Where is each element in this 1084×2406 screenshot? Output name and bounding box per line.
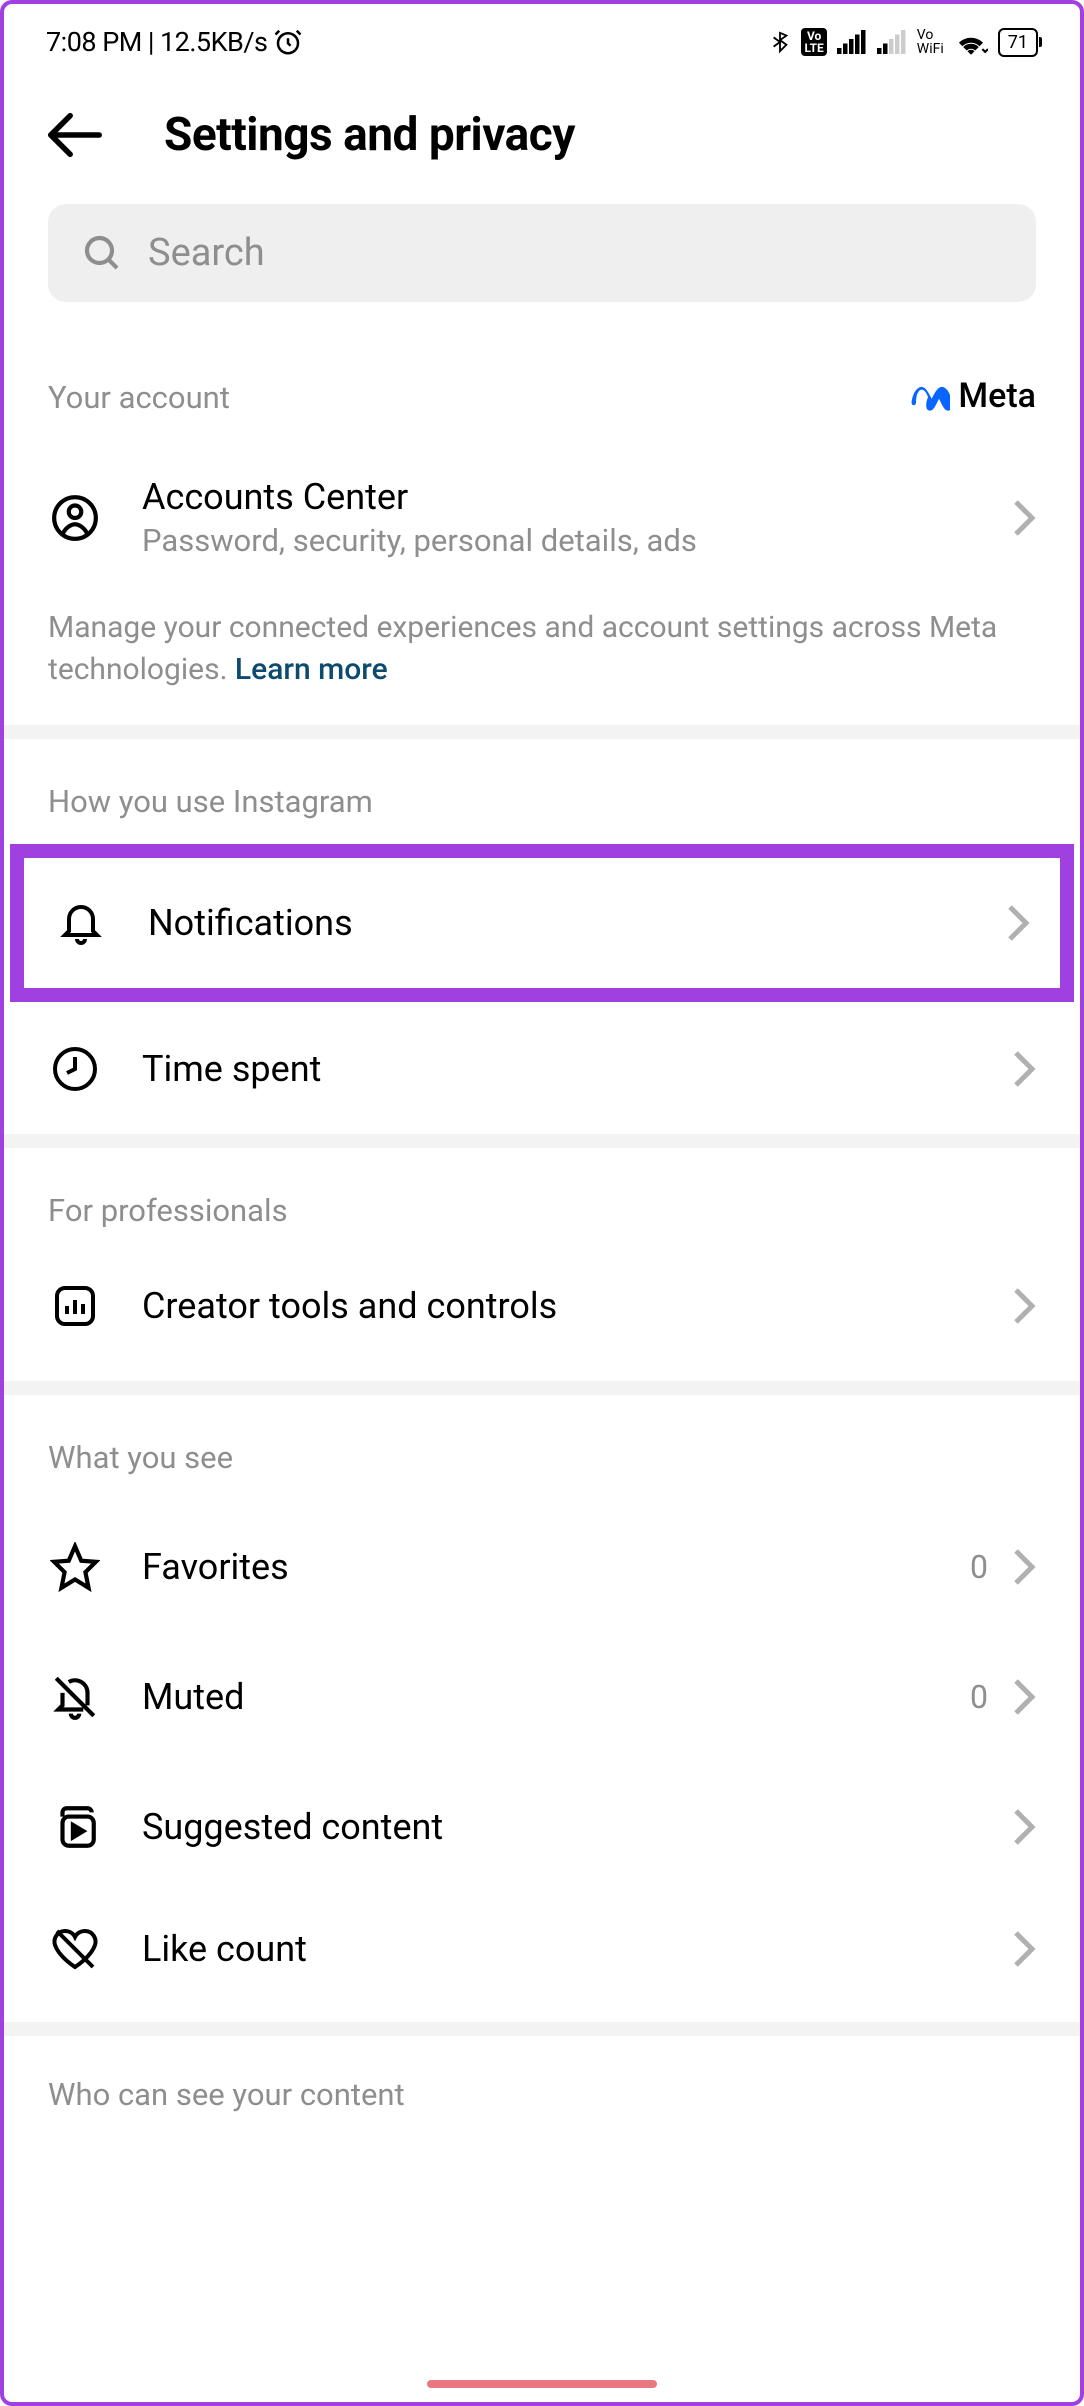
search-placeholder: Search <box>148 231 265 275</box>
meta-label: Meta <box>958 376 1036 416</box>
divider <box>4 2022 1080 2036</box>
time-spent-item[interactable]: Time spent <box>4 1004 1080 1134</box>
favorites-item[interactable]: Favorites 0 <box>4 1502 1080 1632</box>
signal-icon-1 <box>837 30 867 54</box>
accounts-center-label: Accounts Center <box>142 476 972 518</box>
images-play-icon <box>48 1802 102 1852</box>
accounts-center-sub: Password, security, personal details, ad… <box>142 522 972 559</box>
clock-icon <box>48 1045 102 1093</box>
status-time: 7:08 PM <box>46 26 142 58</box>
header: Settings and privacy <box>4 68 1080 190</box>
status-data-rate: 12.5KB/s <box>160 26 267 58</box>
bell-icon <box>54 898 108 948</box>
battery-level: 71 <box>1008 32 1028 53</box>
creator-tools-label: Creator tools and controls <box>142 1285 972 1327</box>
vowifi-bot: WiFi <box>917 42 944 56</box>
chevron-right-icon <box>1006 903 1030 943</box>
visibility-header: Who can see your content <box>4 2036 1080 2113</box>
muted-item[interactable]: Muted 0 <box>4 1632 1080 1762</box>
muted-label: Muted <box>142 1676 930 1718</box>
your-account-title: Your account <box>48 379 230 416</box>
description-text: Manage your connected experiences and ac… <box>48 610 997 687</box>
chevron-right-icon <box>1012 1547 1036 1587</box>
status-left: 7:08 PM | 12.5KB/s <box>46 26 303 58</box>
volte-badge: Vo LTE <box>801 28 826 56</box>
divider <box>4 1381 1080 1395</box>
chevron-right-icon <box>1012 1929 1036 1969</box>
bell-off-icon <box>48 1672 102 1722</box>
what-you-see-header: What you see <box>4 1395 1080 1476</box>
learn-more-link[interactable]: Learn more <box>235 652 388 687</box>
signal-icon-2 <box>877 30 907 54</box>
status-right: Vo LTE Vo WiFi 71 <box>769 27 1038 57</box>
status-sep: | <box>148 26 154 58</box>
page-title: Settings and privacy <box>164 108 575 162</box>
chevron-right-icon <box>1012 1286 1036 1326</box>
chevron-right-icon <box>1012 1049 1036 1089</box>
heart-off-icon <box>48 1925 102 1973</box>
person-circle-icon <box>48 493 102 543</box>
chevron-right-icon <box>1012 1807 1036 1847</box>
notifications-label: Notifications <box>148 902 966 944</box>
chart-square-icon <box>48 1282 102 1330</box>
favorites-label: Favorites <box>142 1546 930 1588</box>
accounts-center-item[interactable]: Accounts Center Password, security, pers… <box>4 416 1080 567</box>
how-you-use-header: How you use Instagram <box>4 739 1080 820</box>
search-input[interactable]: Search <box>48 204 1036 302</box>
vowifi-badge: Vo WiFi <box>917 28 944 56</box>
like-count-label: Like count <box>142 1928 972 1970</box>
divider <box>4 1134 1080 1148</box>
what-you-see-title: What you see <box>48 1439 233 1476</box>
back-arrow-icon[interactable] <box>46 106 104 164</box>
your-account-header: Your account Meta <box>4 302 1080 416</box>
battery-indicator: 71 <box>998 28 1038 57</box>
star-icon <box>48 1542 102 1592</box>
chevron-right-icon <box>1012 1677 1036 1717</box>
bluetooth-icon <box>769 27 791 57</box>
notifications-item[interactable]: Notifications <box>24 858 1060 988</box>
accounts-description: Manage your connected experiences and ac… <box>4 567 1080 725</box>
chevron-right-icon <box>1012 498 1036 538</box>
meta-icon <box>906 381 950 411</box>
wifi-icon <box>954 29 988 55</box>
alarm-icon <box>273 27 303 57</box>
visibility-title: Who can see your content <box>48 2076 405 2113</box>
muted-count: 0 <box>970 1678 988 1716</box>
suggested-content-item[interactable]: Suggested content <box>4 1762 1080 1892</box>
like-count-item[interactable]: Like count <box>4 1892 1080 2022</box>
status-bar: 7:08 PM | 12.5KB/s Vo LTE Vo WiFi 71 <box>4 4 1080 68</box>
favorites-count: 0 <box>970 1548 988 1586</box>
professionals-header: For professionals <box>4 1148 1080 1229</box>
notifications-highlight: Notifications <box>10 844 1074 1002</box>
professionals-title: For professionals <box>48 1192 288 1229</box>
time-spent-label: Time spent <box>142 1048 972 1090</box>
search-icon <box>82 233 122 273</box>
vowifi-top: Vo <box>917 28 944 42</box>
home-indicator[interactable] <box>427 2380 657 2388</box>
how-you-use-title: How you use Instagram <box>48 783 373 820</box>
creator-tools-item[interactable]: Creator tools and controls <box>4 1251 1080 1381</box>
divider <box>4 725 1080 739</box>
meta-logo: Meta <box>906 376 1036 416</box>
suggested-content-label: Suggested content <box>142 1806 972 1848</box>
